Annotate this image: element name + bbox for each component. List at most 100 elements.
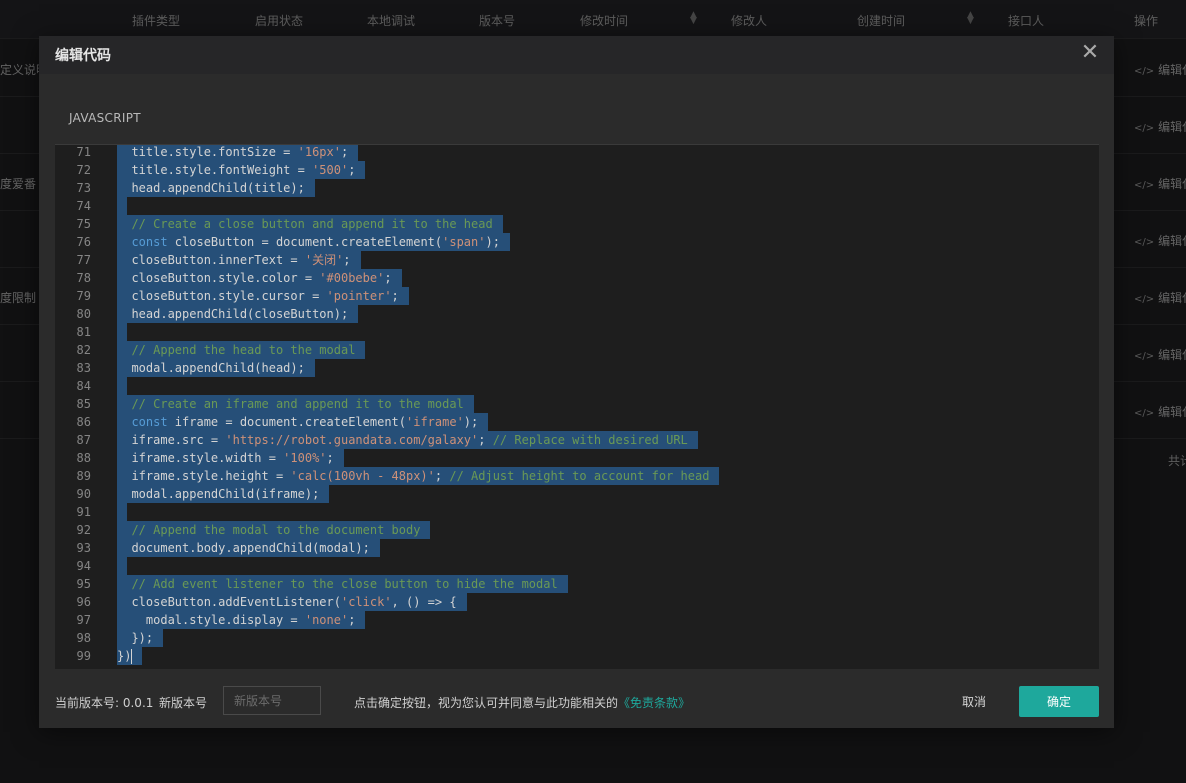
line-number: 93: [76, 541, 91, 555]
disclaimer-link[interactable]: 《免责条款》: [618, 696, 690, 710]
line-code: });: [117, 629, 164, 647]
code-line: 90 modal.appendChild(iframe);: [55, 485, 1099, 503]
cancel-button[interactable]: 取消: [949, 686, 999, 716]
code-line: 87 iframe.src = 'https://robot.guandata.…: [55, 431, 1099, 449]
line-code: iframe.style.height = 'calc(100vh - 48px…: [117, 467, 720, 485]
code-line: 91: [55, 503, 1099, 521]
code-line: 81: [55, 323, 1099, 341]
edit-code-modal: 编辑代码 ✕ JAVASCRIPT 71 title.style.fontSiz…: [39, 36, 1114, 728]
code-line: 73 head.appendChild(title);: [55, 179, 1099, 197]
line-number: 83: [76, 361, 91, 375]
line-number: 88: [76, 451, 91, 465]
close-icon[interactable]: ✕: [1077, 40, 1103, 66]
code-line: 78 closeButton.style.color = '#00bebe';: [55, 269, 1099, 287]
line-code: head.appendChild(title);: [117, 179, 315, 197]
code-line: 82 // Append the head to the modal: [55, 341, 1099, 359]
line-code: closeButton.style.color = '#00bebe';: [117, 269, 402, 287]
line-code: [117, 557, 127, 575]
code-line: 98 });: [55, 629, 1099, 647]
line-number: 72: [76, 163, 91, 177]
code-line: 97 modal.style.display = 'none';: [55, 611, 1099, 629]
line-code: [117, 323, 127, 341]
new-version-input[interactable]: [223, 686, 321, 715]
line-code: [117, 197, 127, 215]
line-number: 95: [76, 577, 91, 591]
line-number: 99: [76, 649, 91, 663]
modal-header: 编辑代码 ✕: [39, 36, 1114, 74]
line-number: 73: [76, 181, 91, 195]
code-editor[interactable]: 71 title.style.fontSize = '16px'; 72 titl…: [55, 144, 1099, 669]
line-code: iframe.style.width = '100%';: [117, 449, 344, 467]
code-line: 75 // Create a close button and append i…: [55, 215, 1099, 233]
agreement-text-body: 点击确定按钮，视为您认可并同意与此功能相关的: [354, 696, 619, 710]
current-version-label: 当前版本号: 0.0.1: [55, 696, 154, 710]
agreement-text: 点击确定按钮，视为您认可并同意与此功能相关的《免责条款》: [354, 694, 690, 711]
code-line: 71 title.style.fontSize = '16px';: [55, 145, 1099, 161]
code-line: 95 // Add event listener to the close bu…: [55, 575, 1099, 593]
code-line: 88 iframe.style.width = '100%';: [55, 449, 1099, 467]
line-code: modal.appendChild(iframe);: [117, 485, 330, 503]
line-code: // Append the modal to the document body: [117, 521, 431, 539]
line-number: 96: [76, 595, 91, 609]
code-line: 83 modal.appendChild(head);: [55, 359, 1099, 377]
line-code: // Add event listener to the close butto…: [117, 575, 568, 593]
code-line: 77 closeButton.innerText = '关闭';: [55, 251, 1099, 269]
line-number: 97: [76, 613, 91, 627]
line-number: 78: [76, 271, 91, 285]
code-line: 93 document.body.appendChild(modal);: [55, 539, 1099, 557]
code-line: 72 title.style.fontWeight = '500';: [55, 161, 1099, 179]
line-code: const closeButton = document.createEleme…: [117, 233, 510, 251]
line-number: 92: [76, 523, 91, 537]
line-code: document.body.appendChild(modal);: [117, 539, 380, 557]
code-line: 89 iframe.style.height = 'calc(100vh - 4…: [55, 467, 1099, 485]
line-number: 79: [76, 289, 91, 303]
code-line: 80 head.appendChild(closeButton);: [55, 305, 1099, 323]
line-number: 71: [76, 145, 91, 159]
line-code: title.style.fontSize = '16px';: [117, 145, 359, 161]
line-number: 91: [76, 505, 91, 519]
line-code: modal.style.display = 'none';: [117, 611, 366, 629]
line-code: // Create a close button and append it t…: [117, 215, 503, 233]
confirm-button[interactable]: 确定: [1019, 686, 1099, 717]
line-code: closeButton.style.cursor = 'pointer';: [117, 287, 409, 305]
code-line: 79 closeButton.style.cursor = 'pointer';: [55, 287, 1099, 305]
line-number: 94: [76, 559, 91, 573]
line-number: 86: [76, 415, 91, 429]
line-code: }): [117, 647, 143, 665]
modal-title: 编辑代码: [55, 48, 111, 64]
line-number: 75: [76, 217, 91, 231]
code-line: 76 const closeButton = document.createEl…: [55, 233, 1099, 251]
line-number: 80: [76, 307, 91, 321]
new-version-label: 新版本号: [159, 696, 208, 710]
code-line: 86 const iframe = document.createElement…: [55, 413, 1099, 431]
line-number: 89: [76, 469, 91, 483]
code-line: 96 closeButton.addEventListener('click',…: [55, 593, 1099, 611]
language-label: JAVASCRIPT: [69, 111, 141, 125]
line-code: title.style.fontWeight = '500';: [117, 161, 366, 179]
line-code: [117, 377, 127, 395]
code-line: 99}): [55, 647, 1099, 665]
line-number: 77: [76, 253, 91, 267]
line-code: // Create an iframe and append it to the…: [117, 395, 474, 413]
line-number: 74: [76, 199, 91, 213]
line-code: closeButton.addEventListener('click', ()…: [117, 593, 467, 611]
line-number: 98: [76, 631, 91, 645]
code-line: 85 // Create an iframe and append it to …: [55, 395, 1099, 413]
code-line: 92 // Append the modal to the document b…: [55, 521, 1099, 539]
line-code: [117, 503, 127, 521]
line-number: 87: [76, 433, 91, 447]
code-line: 94: [55, 557, 1099, 575]
line-code: head.appendChild(closeButton);: [117, 305, 359, 323]
code-line: 74: [55, 197, 1099, 215]
line-number: 85: [76, 397, 91, 411]
line-number: 76: [76, 235, 91, 249]
line-number: 90: [76, 487, 91, 501]
text-cursor: [131, 649, 133, 664]
line-code: iframe.src = 'https://robot.guandata.com…: [117, 431, 698, 449]
line-code: modal.appendChild(head);: [117, 359, 315, 377]
line-number: 82: [76, 343, 91, 357]
line-number: 84: [76, 379, 91, 393]
line-code: const iframe = document.createElement('i…: [117, 413, 489, 431]
line-code: // Append the head to the modal: [117, 341, 366, 359]
code-line: 84: [55, 377, 1099, 395]
